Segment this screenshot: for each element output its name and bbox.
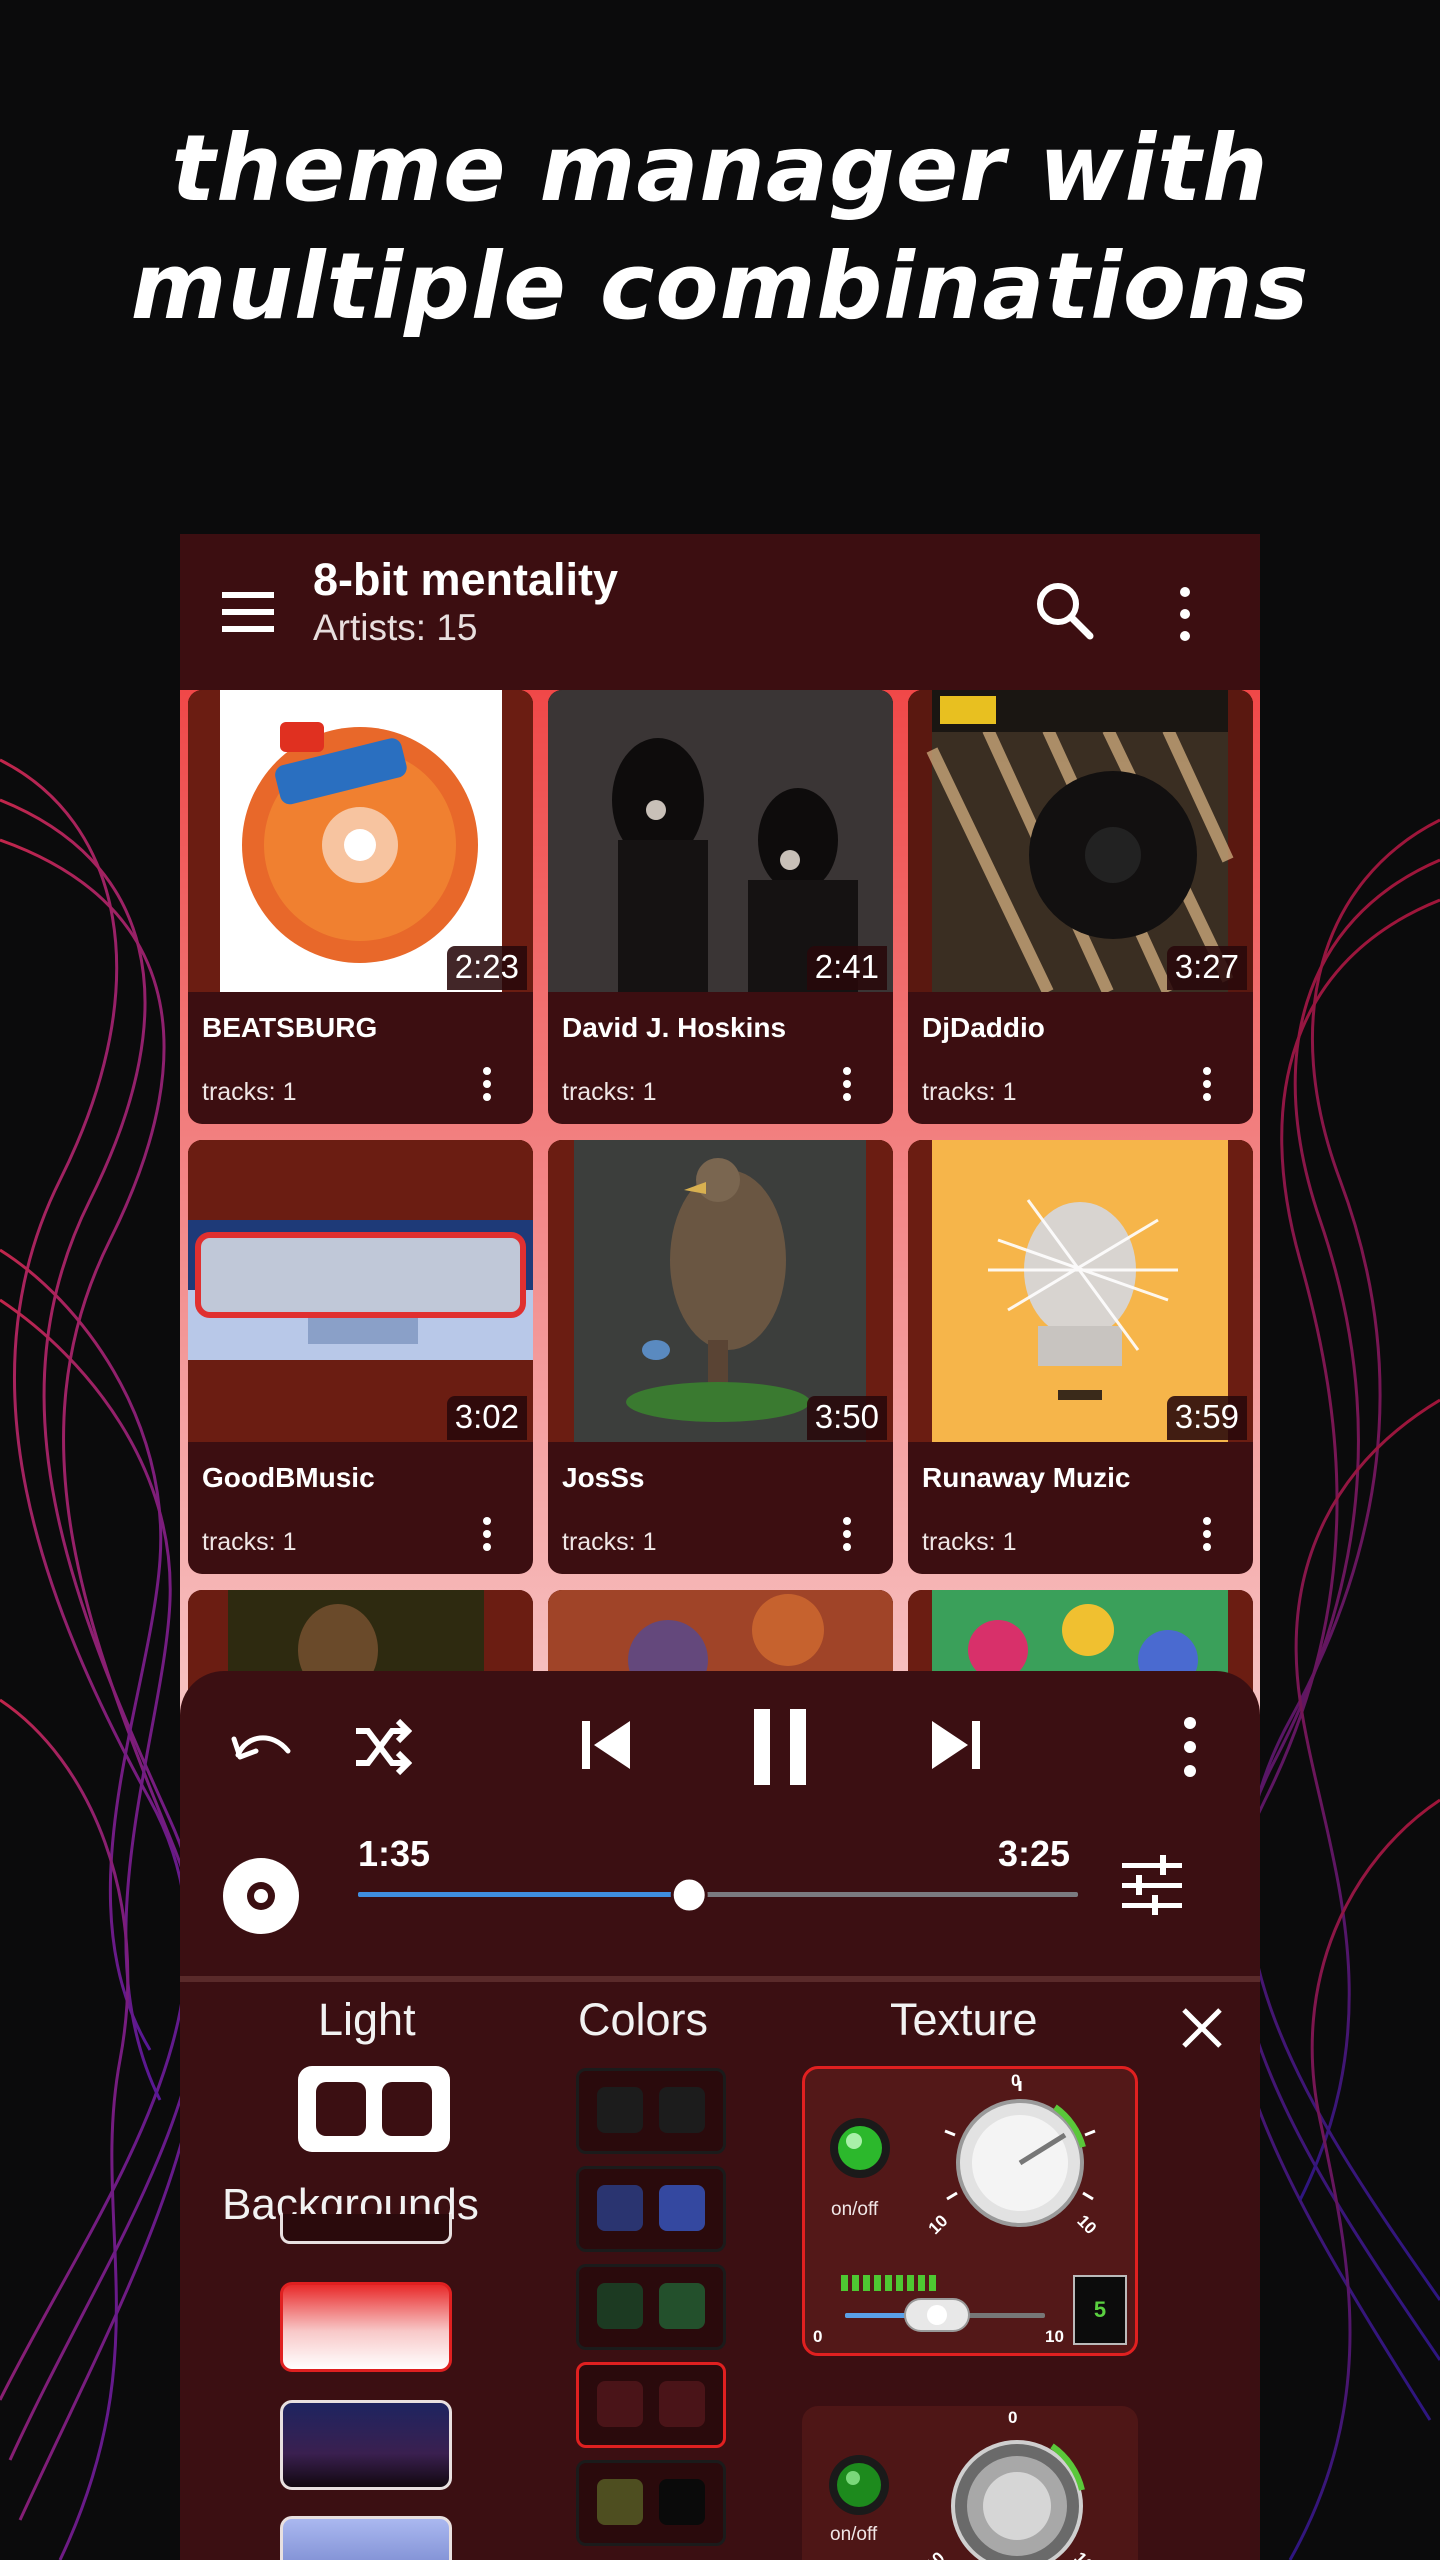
track-count: tracks: 1 [562,1528,657,1556]
background-swatch[interactable] [280,2400,452,2490]
total-time: 3:25 [998,1833,1071,1874]
slider-max-label: 10 [1045,2327,1064,2346]
texture-slider[interactable] [843,2295,1053,2335]
more-options-icon[interactable] [1201,1066,1213,1102]
player-overflow-icon[interactable] [1180,1715,1200,1779]
more-options-icon[interactable] [1201,1516,1213,1552]
color-swatch[interactable] [576,2460,726,2546]
seek-bar[interactable] [356,1875,1080,1915]
artist-name: GoodBMusic [202,1462,375,1493]
color-primary [597,2479,643,2525]
artist-card[interactable]: 2:41 David J. Hoskins tracks: 1 [548,690,893,1124]
seek-progress [358,1892,690,1897]
color-primary [597,2185,643,2231]
more-options-icon[interactable] [481,1066,493,1102]
background-swatch-selected[interactable] [280,2282,452,2372]
texture-label: Texture [890,1994,1038,2045]
color-swatch-selected[interactable] [576,2362,726,2448]
track-count: tracks: 1 [202,1078,297,1106]
previous-track-icon[interactable] [578,1715,634,1775]
color-secondary [659,2087,705,2133]
colors-label: Colors [578,1994,709,2045]
background-swatch[interactable] [280,2516,452,2560]
slider-min-label: 0 [813,2327,823,2346]
color-swatch[interactable] [576,2166,726,2252]
overflow-menu-icon[interactable] [1170,584,1200,644]
track-count: tracks: 1 [202,1528,297,1556]
color-secondary [659,2185,705,2231]
knob-label-top: 0 [1011,2071,1021,2090]
app-bar: 8-bit mentality Artists: 15 [180,534,1260,690]
onoff-label: on/off [831,2199,879,2220]
color-primary [597,2087,643,2133]
track-count: tracks: 1 [922,1078,1017,1106]
artist-name: Runaway Muzic [922,1462,1131,1493]
color-secondary [659,2283,705,2329]
texture-knob[interactable] [922,2410,1112,2560]
theme-manager: Light Colors Texture Backgrounds on/off … [180,1982,1260,2560]
power-led-icon[interactable] [829,2117,891,2179]
color-primary [597,2381,643,2427]
artist-card[interactable]: 3:27 DjDaddio tracks: 1 [908,690,1253,1124]
equalizer-icon[interactable] [1120,1853,1184,1917]
onoff-label: on/off [830,2524,878,2545]
headline-line-1: theme manager with [171,115,1269,222]
headline-line-2: multiple combinations [130,233,1310,340]
artist-name: DjDaddio [922,1012,1045,1043]
duration-badge: 3:59 [1166,1396,1247,1440]
color-secondary [659,2479,705,2525]
light-label: Light [318,1994,416,2045]
duration-badge: 3:27 [1166,946,1247,990]
more-options-icon[interactable] [481,1516,493,1552]
close-icon[interactable] [1180,2006,1224,2050]
power-led-icon[interactable] [828,2454,890,2516]
texture-option[interactable]: on/off 0 10 10 [802,2406,1138,2560]
level-meter [841,2275,936,2291]
player-panel: 1:35 3:25 [180,1671,1260,1976]
duration-badge: 3:50 [806,1396,887,1440]
light-option-right [382,2082,432,2136]
texture-option-selected[interactable]: on/off 0 10 10 0 10 5 [802,2066,1138,2356]
track-count: tracks: 1 [922,1528,1017,1556]
artist-name: BEATSBURG [202,1012,378,1043]
artist-count: Artists: 15 [313,607,478,648]
page-title: 8-bit mentality [313,554,619,605]
light-option-left [316,2082,366,2136]
slider-value-display: 5 [1073,2275,1127,2345]
background-swatch[interactable] [280,2214,452,2244]
artist-card[interactable]: 3:59 Runaway Muzic tracks: 1 [908,1140,1253,1574]
app-screen: 8-bit mentality Artists: 15 2:23 BEATSBU… [180,534,1260,2560]
next-track-icon[interactable] [928,1715,984,1775]
artist-card[interactable]: 2:23 BEATSBURG tracks: 1 [188,690,533,1124]
duration-badge: 3:02 [446,1396,527,1440]
artist-name: David J. Hoskins [562,1012,787,1043]
promo-headline: theme manager with multiple combinations [0,110,1440,346]
seek-thumb[interactable] [670,1876,708,1914]
repeat-icon[interactable] [230,1721,294,1771]
more-options-icon[interactable] [841,1516,853,1552]
artist-card[interactable]: 3:50 JosSs tracks: 1 [548,1140,893,1574]
menu-icon[interactable] [220,584,278,640]
color-secondary [659,2381,705,2427]
elapsed-time: 1:35 [358,1833,431,1874]
artist-name: JosSs [562,1462,645,1493]
color-swatch[interactable] [576,2068,726,2154]
duration-badge: 2:23 [446,946,527,990]
color-swatch[interactable] [576,2264,726,2350]
light-mode-toggle[interactable] [298,2066,450,2152]
track-count: tracks: 1 [562,1078,657,1106]
color-primary [597,2283,643,2329]
search-icon[interactable] [1030,576,1100,646]
duration-badge: 2:41 [806,946,887,990]
disc-icon[interactable] [222,1857,300,1935]
pause-icon[interactable] [750,1705,810,1789]
artist-card[interactable]: 3:02 GoodBMusic tracks: 1 [188,1140,533,1574]
shuffle-icon[interactable] [352,1717,412,1777]
more-options-icon[interactable] [841,1066,853,1102]
